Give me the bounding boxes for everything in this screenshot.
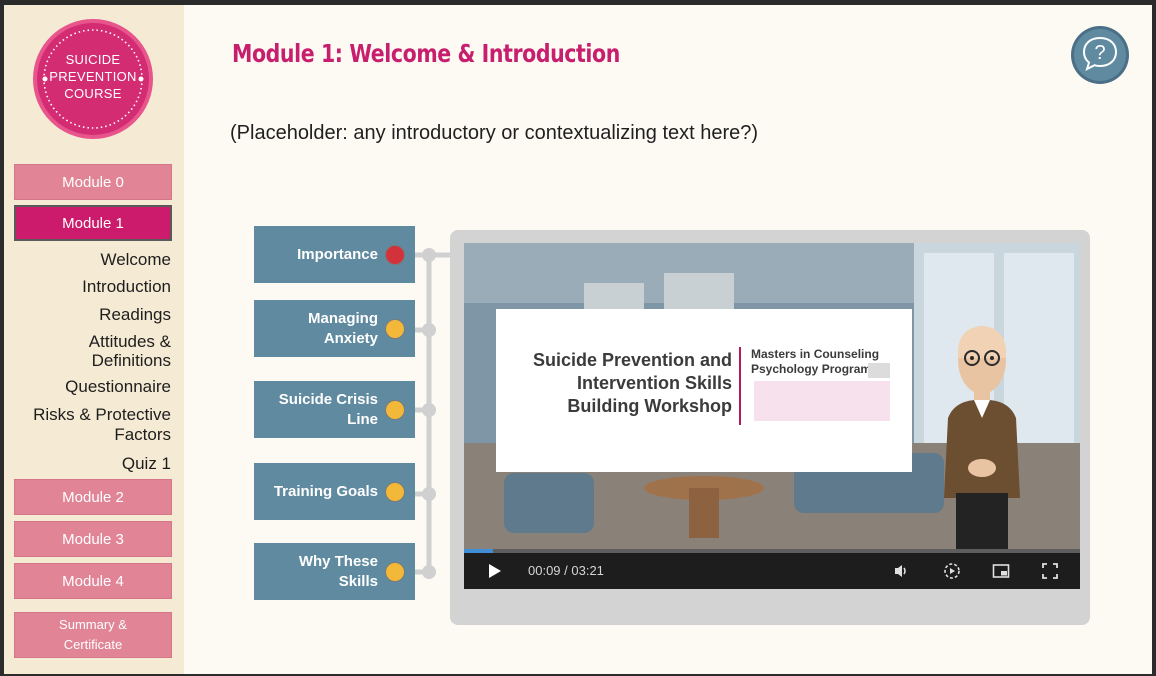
slide-title: Suicide Prevention and Intervention Skil… xyxy=(533,349,732,418)
topic-label: Managing xyxy=(308,309,378,327)
topic-why-these-skills-button[interactable]: Why These Skills xyxy=(254,543,415,600)
help-button[interactable]: ? xyxy=(1070,25,1130,85)
topic-label: Training Goals xyxy=(273,482,378,500)
status-dot-icon xyxy=(385,244,405,265)
status-dot-icon xyxy=(385,481,405,502)
status-dot-icon xyxy=(385,399,405,420)
topic-suicide-crisis-line-button[interactable]: Suicide Crisis Line xyxy=(254,381,415,438)
status-dot-icon xyxy=(385,561,405,582)
status-dot-icon xyxy=(385,318,405,339)
slide-title-line: Intervention Skills xyxy=(576,373,732,393)
topic-label: Suicide Crisis xyxy=(278,390,378,408)
slide-subtitle: Masters in Counseling Psychology Program xyxy=(751,347,879,377)
playback-speed-icon[interactable] xyxy=(942,561,962,581)
slide-title-line: Suicide Prevention and xyxy=(532,350,732,370)
video-slide: Suicide Prevention and Intervention Skil… xyxy=(496,309,912,472)
presenter-avatar xyxy=(944,326,1020,583)
video-player[interactable]: Suicide Prevention and Intervention Skil… xyxy=(464,243,1080,589)
topic-label: Importance xyxy=(297,245,378,263)
picture-in-picture-icon[interactable] xyxy=(991,561,1011,581)
question-bubble-icon: ? xyxy=(1071,26,1129,84)
topic-label: Anxiety xyxy=(323,329,378,347)
topic-label: Line xyxy=(347,410,378,428)
app-frame: SUICIDE PREVENTION COURSE Module 0 Modul… xyxy=(4,5,1152,674)
summary-label: Certificate xyxy=(63,637,123,652)
topic-managing-anxiety-button[interactable]: Managing Anxiety xyxy=(254,300,415,357)
slide-title-line: Building Workshop xyxy=(567,396,732,416)
topic-label: Skills xyxy=(338,572,378,590)
slide-sub-line: Masters in Counseling xyxy=(751,347,880,361)
slide-divider xyxy=(739,347,741,425)
time-display: 00:09 / 03:21 xyxy=(528,563,604,578)
topic-training-goals-button[interactable]: Training Goals xyxy=(254,463,415,520)
video-controls: 00:09 / 03:21 xyxy=(464,553,1080,589)
fullscreen-icon[interactable] xyxy=(1040,561,1060,581)
topic-importance-button[interactable]: Importance xyxy=(254,226,415,283)
play-icon[interactable] xyxy=(484,561,504,581)
redacted-block xyxy=(868,363,890,378)
slide-sub-line: Psychology Program xyxy=(751,362,872,376)
redacted-logo-block xyxy=(754,381,890,421)
volume-icon[interactable] xyxy=(892,561,912,581)
topic-label: Why These xyxy=(298,552,378,570)
svg-text:?: ? xyxy=(1094,42,1105,64)
